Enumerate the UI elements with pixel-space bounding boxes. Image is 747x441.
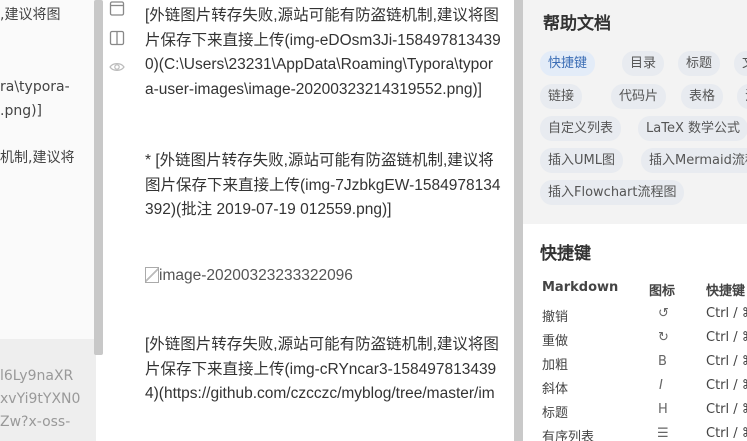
preview-code-line: xvYi9tYXN0 (0, 391, 81, 407)
editor-side-toolbar (103, 0, 131, 441)
eye-icon[interactable] (109, 59, 125, 75)
bold-icon: B (658, 354, 667, 369)
preview-pane: ,建议将图 ra\typora- .png)] 机制,建议将 l6Ly9naXR… (0, 0, 96, 441)
tag-link[interactable]: 链接 (540, 84, 583, 109)
editor-paragraph[interactable]: [外链图片转存失败,源站可能有防盗链机制,建议将图片保存下来直接上传(img-e… (145, 4, 501, 102)
tag-footnote[interactable]: 注脚 (737, 84, 747, 109)
outline-icon[interactable] (109, 0, 125, 16)
shortcuts-section: 快捷键 Markdown 图标 快捷键 撤销 ↺ Ctrl / ⌘ + Z 重做… (523, 224, 747, 441)
preview-line: ra\typora- (0, 79, 70, 95)
shortcut-key: Ctrl / ⌘ + Z (706, 306, 747, 321)
tag-table[interactable]: 表格 (681, 84, 724, 109)
broken-image-alt: image-20200323233322096 (159, 267, 353, 284)
preview-code-line: Zw?x-oss- (0, 414, 71, 430)
shortcut-name: 斜体 (542, 382, 569, 397)
undo-icon: ↺ (658, 306, 669, 321)
tag-latex[interactable]: LaTeX 数学公式 (638, 116, 747, 141)
editor-paragraph[interactable]: * [外链图片转存失败,源站可能有防盗链机制,建议将图片保存下来直接上传(img… (145, 149, 501, 223)
shortcuts-header-key: 快捷键 (706, 284, 746, 299)
shortcuts-header-icon: 图标 (649, 284, 676, 299)
preview-line: .png)] (0, 103, 43, 119)
help-panel: 帮助文档 快捷键 目录 标题 文本 链接 代码片 表格 注脚 自定义列表 LaT… (523, 0, 747, 441)
help-title: 帮助文档 (543, 14, 611, 34)
tag-uml[interactable]: 插入UML图 (540, 148, 623, 173)
shortcut-name: 有序列表 (542, 430, 595, 441)
tag-flowchart[interactable]: 插入Flowchart流程图 (540, 180, 685, 205)
editor-paragraph[interactable]: [外链图片转存失败,源站可能有防盗链机制,建议将图片保存下来直接上传(img-c… (145, 333, 501, 407)
redo-icon: ↻ (658, 330, 669, 345)
broken-image-icon (145, 267, 159, 283)
shortcut-name: 重做 (542, 334, 569, 349)
preview-scrollbar[interactable] (94, 0, 103, 355)
tag-heading[interactable]: 标题 (678, 51, 721, 76)
tag-text[interactable]: 文本 (734, 51, 747, 76)
shortcut-name: 撤销 (542, 310, 569, 325)
shortcuts-title: 快捷键 (540, 244, 591, 264)
markdown-editor[interactable]: [外链图片转存失败,源站可能有防盗链机制,建议将图片保存下来直接上传(img-e… (131, 0, 514, 441)
shortcut-key: Ctrl / ⌘ + Shift + O (706, 426, 747, 441)
shortcut-name: 标题 (542, 406, 569, 421)
shortcut-name: 加粗 (542, 358, 569, 373)
italic-icon: I (659, 378, 663, 393)
shortcut-key: Ctrl / ⌘ + Y (706, 330, 747, 345)
preview-line: ,建议将图 (0, 7, 61, 23)
shortcut-key: Ctrl / ⌘ + I (706, 378, 747, 393)
ordered-list-icon: ☰ (657, 426, 669, 441)
shortcuts-header-markdown: Markdown (542, 280, 619, 295)
split-view-icon[interactable] (109, 30, 125, 46)
preview-line: 机制,建议将 (0, 150, 75, 166)
tag-code[interactable]: 代码片 (611, 84, 667, 109)
shortcut-key: Ctrl / ⌘ + B (706, 354, 747, 369)
tag-toc[interactable]: 目录 (622, 51, 665, 76)
tag-custom-list[interactable]: 自定义列表 (540, 116, 622, 141)
tag-mermaid[interactable]: 插入Mermaid流程图 (641, 148, 747, 173)
editor-scrollbar[interactable] (514, 0, 523, 441)
preview-code-line: l6Ly9naXR (0, 368, 74, 384)
shortcut-key: Ctrl / ⌘ + Shift + H (706, 402, 747, 417)
heading-icon: H (658, 402, 668, 417)
tag-shortcuts[interactable]: 快捷键 (540, 51, 596, 76)
preview-code-block: l6Ly9naXR xvYi9tYXN0 Zw?x-oss- (0, 339, 96, 441)
broken-image[interactable]: image-20200323233322096 (145, 267, 353, 285)
